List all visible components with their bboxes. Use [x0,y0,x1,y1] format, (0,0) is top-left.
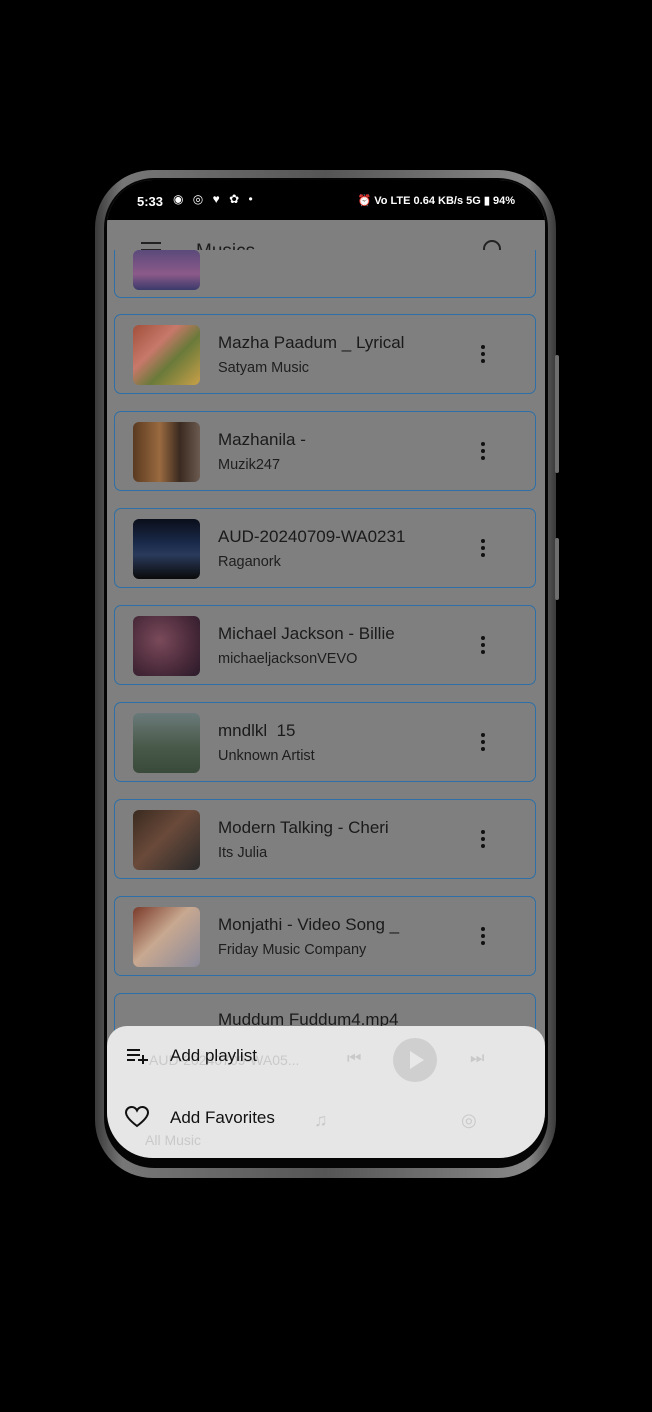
song-thumbnail [133,519,200,579]
more-options-icon[interactable] [481,636,485,657]
more-options-icon[interactable] [481,442,485,463]
song-thumbnail [133,422,200,482]
song-artist: Muzik247 [218,457,281,473]
more-options-icon[interactable] [481,927,485,948]
song-artist: Raganork [218,554,281,570]
song-list: Mazha Paadum _ Lyrical Satyam Music Mazh… [114,180,538,1158]
song-thumbnail [133,810,200,870]
song-thumbnail [133,325,200,385]
song-artist: Its Julia [218,845,268,861]
list-item[interactable]: mndlkl 15 Unknown Artist [114,702,536,782]
more-options-icon[interactable] [481,830,485,851]
song-title: Modern Talking - Cheri [218,818,389,837]
more-options-icon[interactable] [481,345,485,366]
song-title: AUD-20240709-WA0231 [218,527,406,546]
more-options-icon[interactable] [481,733,485,754]
list-item[interactable]: Monjathi - Video Song _ Friday Music Com… [114,896,536,976]
song-thumbnail [133,250,200,290]
song-title: Mazhanila - [218,430,306,449]
list-item[interactable]: Mazha Paadum _ Lyrical Satyam Music [114,314,536,394]
volume-button [555,355,559,473]
song-title: mndlkl 15 [218,721,296,740]
list-item[interactable]: Modern Talking - Cheri Its Julia [114,799,536,879]
list-item[interactable] [114,250,536,298]
list-item[interactable]: Mazhanila - Muzik247 [114,411,536,491]
song-title: Monjathi - Video Song _ [218,915,400,934]
song-thumbnail [133,616,200,676]
song-artist: Unknown Artist [218,748,315,764]
song-title: Mazha Paadum _ Lyrical [218,333,405,352]
song-artist: Friday Music Company [218,942,367,958]
add-playlist-label: Add playlist [170,1046,257,1065]
screen: 5:33 ◉ ◎ ♥ ✿ • ⏰ Vo LTE 0.64 KB/s 5G ▮ 9… [107,180,545,1158]
add-favorites-option[interactable]: Add Favorites [125,1098,525,1138]
song-title: Michael Jackson - Billie [218,624,395,643]
song-artist: Satyam Music [218,360,310,376]
power-button [555,538,559,600]
more-options-icon[interactable] [481,539,485,560]
add-playlist-option[interactable]: Add playlist [125,1036,525,1076]
list-item[interactable]: Michael Jackson - Billie michaeljacksonV… [114,605,536,685]
list-item[interactable]: AUD-20240709-WA0231 Raganork [114,508,536,588]
playlist-add-icon [127,1049,148,1064]
song-artist: michaeljacksonVEVO [218,651,358,667]
song-thumbnail [133,713,200,773]
add-favorites-label: Add Favorites [170,1108,275,1127]
heart-icon [125,1106,149,1128]
song-thumbnail [133,907,200,967]
bottom-sheet: AUD-20240709-WA05... ⏮ ⏭ All Music ♫ ◎ A… [107,1026,545,1158]
